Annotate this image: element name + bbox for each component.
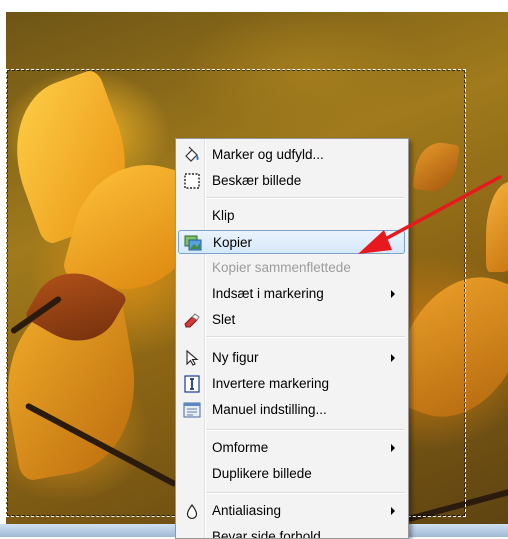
menu-item-manuel-indstilling[interactable]: Manuel indstilling...: [178, 398, 405, 422]
menu-item-marker-og-udfyld[interactable]: Marker og udfyld...: [178, 143, 405, 167]
menu-item-slet[interactable]: Slet: [178, 308, 405, 332]
menu-item-ny-figur[interactable]: Ny figur: [178, 346, 405, 370]
menu-item-invertere-markering[interactable]: Invertere markering: [178, 372, 405, 396]
submenu-arrow-icon: [391, 290, 395, 298]
menu-item-duplikere-billede[interactable]: Duplikere billede: [178, 462, 405, 486]
submenu-arrow-icon: [391, 354, 395, 362]
invert-selection-icon: [183, 375, 201, 393]
leaf-shape: [486, 182, 508, 272]
menu-item-antialiasing[interactable]: Antialiasing: [178, 499, 405, 523]
drop-icon: [183, 502, 201, 520]
eraser-icon: [183, 311, 201, 329]
crop-icon: [183, 172, 201, 190]
menu-item-label: Indsæt i markering: [212, 286, 324, 301]
menu-item-label: Slet: [212, 312, 236, 327]
menu-item-label: Omforme: [212, 440, 269, 455]
menu-separator: [206, 336, 405, 338]
context-menu: Marker og udfyld... Beskær billede Klip …: [175, 138, 409, 539]
menu-item-label: Antialiasing: [212, 503, 282, 518]
menu-separator: [206, 429, 405, 431]
menu-item-label: Kopier sammenflettede: [212, 260, 351, 275]
manual-settings-icon: [183, 401, 201, 419]
menu-item-label: Beskær billede: [212, 173, 302, 188]
leaf-shape: [411, 138, 461, 196]
menu-item-label: Marker og udfyld...: [212, 147, 324, 162]
menu-item-kopier[interactable]: Kopier: [178, 230, 405, 254]
pointer-arrow-icon: [183, 349, 201, 367]
copy-image-icon: [184, 234, 202, 252]
menu-item-beskaer-billede[interactable]: Beskær billede: [178, 169, 405, 193]
menu-item-label: Ny figur: [212, 350, 259, 365]
menu-item-label: Duplikere billede: [212, 466, 312, 481]
menu-item-label: Kopier: [213, 235, 253, 250]
menu-item-kopier-sammenflettede[interactable]: Kopier sammenflettede: [178, 256, 405, 280]
fill-bucket-icon: [183, 146, 201, 164]
menu-separator: [206, 197, 405, 199]
submenu-arrow-icon: [391, 444, 395, 452]
menu-item-indsaet-i-markering[interactable]: Indsæt i markering: [178, 282, 405, 306]
menu-item-label: Invertere markering: [212, 376, 330, 391]
menu-item-label: Bevar side forhold: [212, 529, 321, 539]
menu-item-klip[interactable]: Klip: [178, 204, 405, 228]
menu-item-label: Manuel indstilling...: [212, 402, 327, 417]
menu-separator: [206, 492, 405, 494]
menu-item-label: Klip: [212, 208, 235, 223]
submenu-arrow-icon: [391, 507, 395, 515]
branch-shape: [407, 487, 508, 523]
menu-item-omforme[interactable]: Omforme: [178, 436, 405, 460]
